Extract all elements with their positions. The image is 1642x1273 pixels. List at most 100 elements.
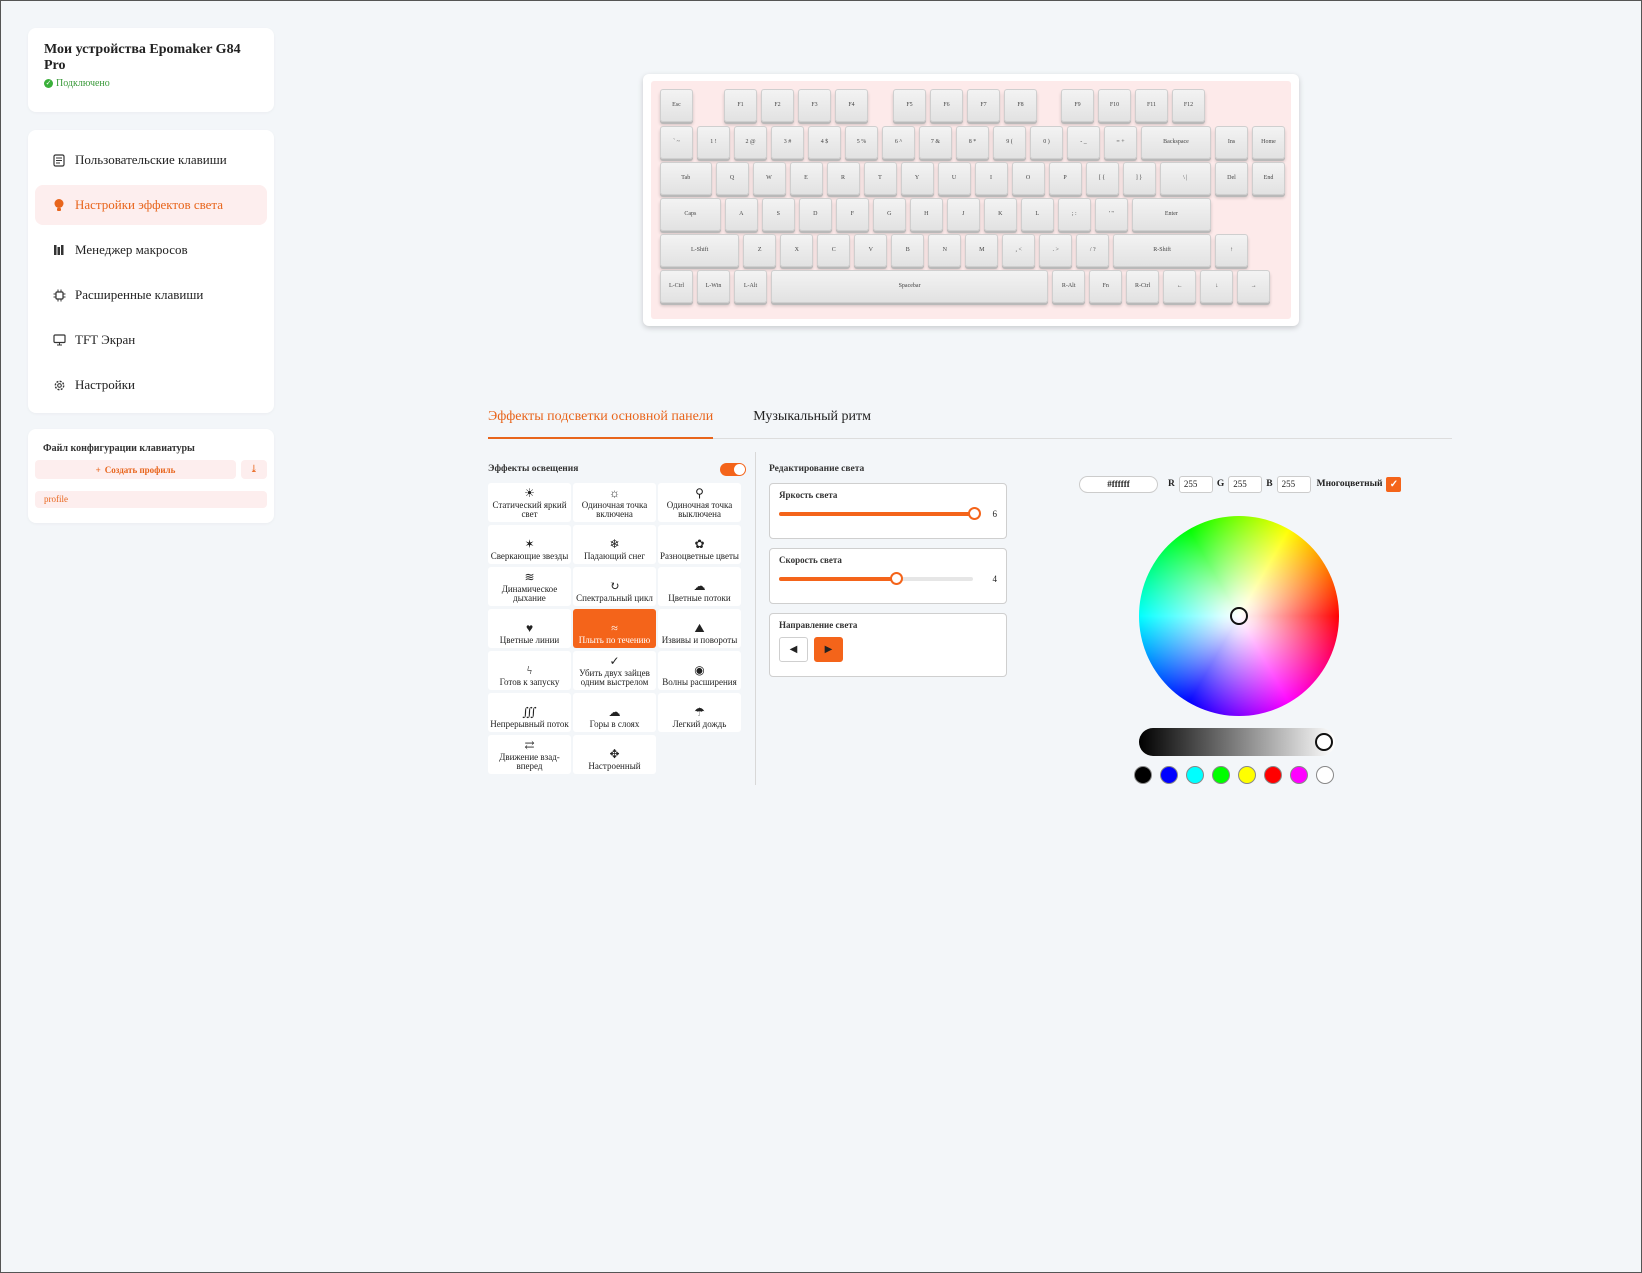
- keyboard-key[interactable]: F9: [1061, 89, 1094, 122]
- keyboard-key[interactable]: = +: [1104, 126, 1137, 159]
- keyboard-key[interactable]: ; :: [1057, 198, 1091, 231]
- keyboard-key[interactable]: R: [826, 162, 860, 195]
- keyboard-key[interactable]: Z: [743, 234, 777, 267]
- keyboard-key[interactable]: 6 ^: [882, 126, 915, 159]
- keyboard-key[interactable]: J: [946, 198, 980, 231]
- keyboard-key[interactable]: W: [752, 162, 786, 195]
- keyboard-key[interactable]: Backspace: [1141, 126, 1211, 159]
- r-input[interactable]: 255: [1178, 475, 1213, 493]
- keyboard-key[interactable]: Del: [1215, 162, 1248, 195]
- effect-item[interactable]: ⚲ Одиночная точка выключена: [658, 483, 741, 522]
- effect-item[interactable]: ✿ Разноцветные цветы: [658, 525, 741, 564]
- tab-music-rhythm[interactable]: Музыкальный ритм: [753, 403, 871, 439]
- keyboard-key[interactable]: 4 $: [808, 126, 841, 159]
- keyboard-key[interactable]: S: [761, 198, 795, 231]
- effect-item[interactable]: ϟ Готов к запуску: [488, 651, 571, 690]
- color-swatch[interactable]: [1316, 766, 1334, 784]
- keyboard-key[interactable]: / ?: [1076, 234, 1110, 267]
- keyboard-key[interactable]: ] }: [1122, 162, 1156, 195]
- keyboard-key[interactable]: Home: [1252, 126, 1285, 159]
- keyboard-key[interactable]: U: [937, 162, 971, 195]
- effect-item[interactable]: ◉ Волны расширения: [658, 651, 741, 690]
- lightness-handle[interactable]: [1315, 733, 1333, 751]
- keyboard-key[interactable]: E: [789, 162, 823, 195]
- keyboard-key[interactable]: D: [798, 198, 832, 231]
- tab-main-panel-effects[interactable]: Эффекты подсветки основной панели: [488, 403, 714, 439]
- hex-input[interactable]: #ffffff: [1079, 475, 1158, 493]
- keyboard-key[interactable]: Fn: [1089, 270, 1123, 303]
- keyboard-key[interactable]: Y: [900, 162, 934, 195]
- keyboard-key[interactable]: X: [780, 234, 814, 267]
- keyboard-key[interactable]: [ {: [1085, 162, 1119, 195]
- keyboard-key[interactable]: R-Alt: [1052, 270, 1086, 303]
- effect-item[interactable]: ↻ Спектральный цикл: [573, 567, 656, 606]
- color-wheel-handle[interactable]: [1230, 607, 1248, 625]
- keyboard-key[interactable]: F11: [1135, 89, 1168, 122]
- keyboard-key[interactable]: Esc: [660, 89, 693, 122]
- keyboard-key[interactable]: F7: [967, 89, 1000, 122]
- keyboard-key[interactable]: End: [1252, 162, 1285, 195]
- direction-right-button[interactable]: ▶: [814, 637, 843, 662]
- sidebar-item-settings[interactable]: Настройки: [35, 365, 267, 405]
- effect-item[interactable]: ✓ Убить двух зайцев одним выстрелом: [573, 651, 656, 690]
- keyboard-key[interactable]: B: [891, 234, 925, 267]
- effect-item[interactable]: ≋ Динамическое дыхание: [488, 567, 571, 606]
- color-swatch[interactable]: [1238, 766, 1256, 784]
- keyboard-key[interactable]: F1: [724, 89, 757, 122]
- keyboard-key[interactable]: ' ": [1094, 198, 1128, 231]
- keyboard-key[interactable]: F10: [1098, 89, 1131, 122]
- keyboard-key[interactable]: R-Shift: [1113, 234, 1211, 267]
- brightness-slider[interactable]: [779, 507, 981, 520]
- keyboard-key[interactable]: 7 &: [919, 126, 952, 159]
- keyboard-key[interactable]: 3 #: [771, 126, 804, 159]
- effect-item[interactable]: ☁ Цветные потоки: [658, 567, 741, 606]
- keyboard-key[interactable]: L-Alt: [734, 270, 767, 303]
- keyboard-key[interactable]: F5: [893, 89, 926, 122]
- keyboard-key[interactable]: →: [1237, 270, 1271, 303]
- keyboard-key[interactable]: F3: [798, 89, 831, 122]
- keyboard-key[interactable]: N: [928, 234, 962, 267]
- keyboard-key[interactable]: ` ~: [660, 126, 693, 159]
- color-swatch[interactable]: [1186, 766, 1204, 784]
- keyboard-key[interactable]: P: [1048, 162, 1082, 195]
- sidebar-item-macro-manager[interactable]: Менеджер макросов: [35, 230, 267, 270]
- keyboard-key[interactable]: M: [965, 234, 999, 267]
- b-input[interactable]: 255: [1276, 475, 1311, 493]
- keyboard-key[interactable]: Spacebar: [771, 270, 1049, 303]
- speed-thumb[interactable]: [890, 572, 903, 585]
- keyboard-key[interactable]: ↓: [1200, 270, 1234, 303]
- keyboard-key[interactable]: F2: [761, 89, 794, 122]
- multicolor-checkbox[interactable]: ✓: [1386, 476, 1402, 492]
- keyboard-key[interactable]: 2 @: [734, 126, 767, 159]
- keyboard-key[interactable]: G: [872, 198, 906, 231]
- keyboard-key[interactable]: L-Ctrl: [660, 270, 693, 303]
- keyboard-key[interactable]: I: [974, 162, 1008, 195]
- effect-item[interactable]: ≈ Плыть по течению: [573, 609, 656, 648]
- keyboard-key[interactable]: , <: [1002, 234, 1036, 267]
- keyboard-key[interactable]: K: [983, 198, 1017, 231]
- effect-item[interactable]: ✶ Сверкающие звезды: [488, 525, 571, 564]
- effect-item[interactable]: ♥ Цветные линии: [488, 609, 571, 648]
- effect-item[interactable]: ☂ Легкий дождь: [658, 693, 741, 732]
- effect-item[interactable]: ∭ Непрерывный поток: [488, 693, 571, 732]
- keyboard-key[interactable]: 5 %: [845, 126, 878, 159]
- keyboard-key[interactable]: R-Ctrl: [1126, 270, 1160, 303]
- keyboard-key[interactable]: . >: [1039, 234, 1073, 267]
- keyboard-key[interactable]: 1 !: [697, 126, 730, 159]
- effect-item[interactable]: ⇄ Движение взад-вперед: [488, 735, 571, 774]
- create-profile-button[interactable]: + Создать профиль: [35, 460, 236, 479]
- effect-item[interactable]: ☼ Одиночная точка включена: [573, 483, 656, 522]
- direction-left-button[interactable]: ◀: [779, 637, 808, 662]
- lightness-slider[interactable]: [1139, 728, 1335, 756]
- sidebar-item-light-effects[interactable]: Настройки эффектов света: [35, 185, 267, 225]
- brightness-thumb[interactable]: [968, 507, 981, 520]
- keyboard-key[interactable]: A: [724, 198, 758, 231]
- keyboard-key[interactable]: C: [817, 234, 851, 267]
- keyboard-key[interactable]: 8 *: [956, 126, 989, 159]
- effects-toggle[interactable]: [720, 462, 746, 476]
- keyboard-key[interactable]: F4: [835, 89, 868, 122]
- keyboard-key[interactable]: O: [1011, 162, 1045, 195]
- color-swatch[interactable]: [1264, 766, 1282, 784]
- keyboard-key[interactable]: F6: [930, 89, 963, 122]
- sidebar-item-advanced-keys[interactable]: Расширенные клавиши: [35, 275, 267, 315]
